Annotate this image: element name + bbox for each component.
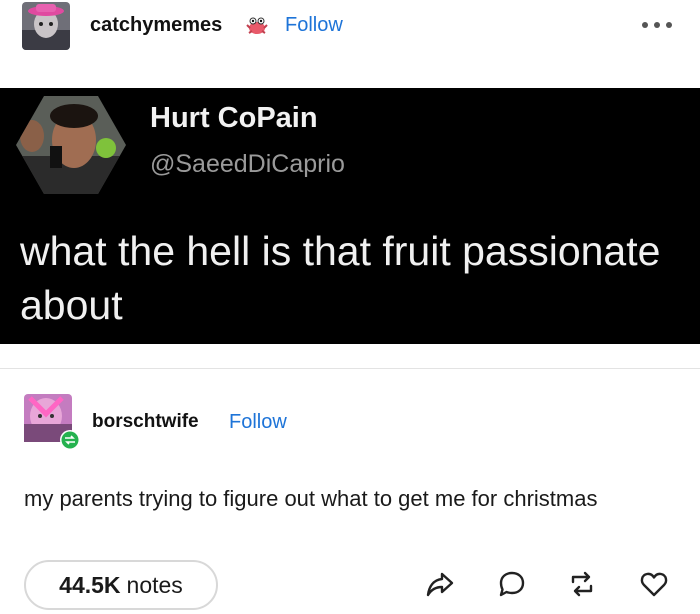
- more-dots-icon[interactable]: [642, 22, 672, 30]
- share-icon[interactable]: [424, 568, 456, 600]
- comment-icon[interactable]: [496, 568, 528, 600]
- reblog-avatar[interactable]: [24, 394, 82, 450]
- username[interactable]: catchymemes: [90, 14, 222, 37]
- user-avatar[interactable]: [22, 2, 70, 50]
- tweet-handle: @SaeedDiCaprio: [150, 150, 345, 178]
- notes-count: 44.5K: [59, 571, 121, 598]
- post-header: catchymemes Follow: [0, 0, 700, 88]
- tweet-avatar: [16, 96, 126, 194]
- notes-button[interactable]: 44.5K notes: [24, 560, 218, 610]
- follow-button[interactable]: Follow: [285, 14, 343, 37]
- reblog-text: my parents trying to figure out what to …: [24, 486, 598, 511]
- crab-badge-icon: [244, 13, 270, 39]
- divider: [0, 368, 700, 369]
- reblog-icon[interactable]: [566, 568, 598, 600]
- notes-label: notes: [126, 571, 183, 598]
- follow-button-reblog[interactable]: Follow: [229, 411, 287, 434]
- tweet-display-name: Hurt CoPain: [150, 102, 318, 134]
- reblog-username[interactable]: borschtwife: [92, 411, 199, 433]
- tweet-screenshot: Hurt CoPain @SaeedDiCaprio what the hell…: [0, 88, 700, 344]
- tweet-text: what the hell is that fruit passionate a…: [20, 228, 661, 328]
- like-icon[interactable]: [638, 568, 670, 600]
